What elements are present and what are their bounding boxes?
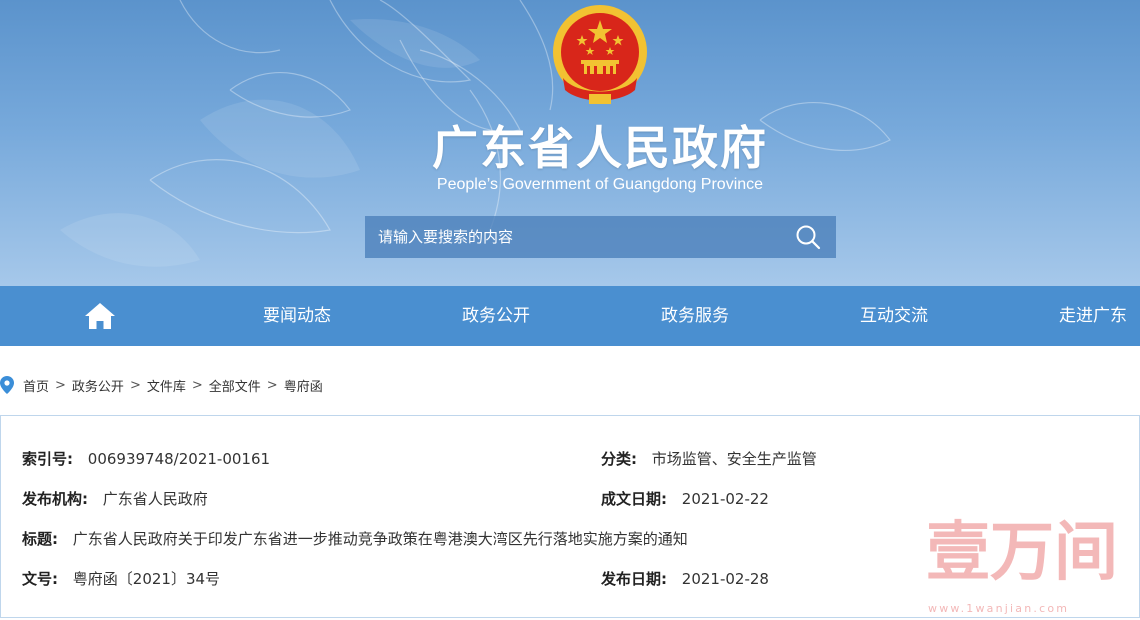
main-nav: 要闻动态 政务公开 政务服务 互动交流 走进广东 <box>0 286 1140 346</box>
publisher-value: 广东省人民政府 <box>102 490 208 508</box>
doc-number-value: 粤府函〔2021〕34号 <box>72 570 221 588</box>
index-number-value: 006939748/2021-00161 <box>87 450 271 468</box>
breadcrumb-home[interactable]: 首页 <box>23 376 49 395</box>
category-label: 分类: <box>601 450 637 468</box>
title-row: 标题: 广东省人民政府关于印发广东省进一步推动竞争政策在粤港澳大湾区先行落地实施… <box>22 528 688 549</box>
watermark-url: www.1wanjian.com <box>928 602 1069 615</box>
nav-item-gov-affairs[interactable]: 政务公开 <box>462 286 530 346</box>
site-title: 广东省人民政府 <box>432 121 768 175</box>
breadcrumb-gov-affairs[interactable]: 政务公开 <box>72 376 124 395</box>
doc-number-row: 文号: 粤府函〔2021〕34号 <box>22 568 220 589</box>
search-bar <box>365 216 836 258</box>
national-emblem-icon <box>553 5 647 104</box>
created-date-label: 成文日期: <box>601 490 667 508</box>
created-date-row: 成文日期: 2021-02-22 <box>601 488 769 509</box>
created-date-value: 2021-02-22 <box>681 490 769 508</box>
search-input[interactable] <box>365 216 780 258</box>
publisher-row: 发布机构: 广东省人民政府 <box>22 488 208 509</box>
nav-item-about-guangdong[interactable]: 走进广东 <box>1059 286 1127 346</box>
breadcrumb-separator: > <box>55 377 66 393</box>
site-subtitle: People’s Government of Guangdong Provinc… <box>436 176 764 193</box>
breadcrumb-current[interactable]: 粤府函 <box>284 376 323 395</box>
title-value: 广东省人民政府关于印发广东省进一步推动竞争政策在粤港澳大湾区先行落地实施方案的通… <box>72 530 688 548</box>
breadcrumb-all-files[interactable]: 全部文件 <box>209 376 261 395</box>
published-date-label: 发布日期: <box>601 570 667 588</box>
nav-item-gov-services[interactable]: 政务服务 <box>661 286 729 346</box>
category-row: 分类: 市场监管、安全生产监管 <box>601 448 817 469</box>
index-number-row: 索引号: 006939748/2021-00161 <box>22 448 270 469</box>
nav-item-news[interactable]: 要闻动态 <box>263 286 331 346</box>
watermark-text: 壹万间 <box>926 516 1118 590</box>
breadcrumb-file-library[interactable]: 文件库 <box>147 376 186 395</box>
location-pin-icon <box>0 376 14 394</box>
breadcrumb-separator: > <box>191 377 203 393</box>
published-date-value: 2021-02-28 <box>681 570 769 588</box>
title-label: 标题: <box>22 530 58 548</box>
index-number-label: 索引号: <box>22 450 73 468</box>
published-date-row: 发布日期: 2021-02-28 <box>601 568 769 589</box>
nav-item-interaction[interactable]: 互动交流 <box>860 286 928 346</box>
search-button[interactable] <box>780 216 836 258</box>
watermark-logo: 壹万间 www.1wanjian.com <box>926 516 1118 615</box>
category-value: 市场监管、安全生产监管 <box>651 450 817 468</box>
home-icon[interactable] <box>84 302 116 330</box>
breadcrumb-separator: > <box>129 377 141 393</box>
breadcrumb-separator: > <box>266 377 278 393</box>
search-icon <box>796 225 821 250</box>
doc-number-label: 文号: <box>22 570 58 588</box>
publisher-label: 发布机构: <box>22 490 88 508</box>
header-banner: 广东省人民政府 People’s Government of Guangdong… <box>0 0 1140 286</box>
breadcrumb: 首页 > 政务公开 > 文件库 > 全部文件 > 粤府函 <box>0 374 323 396</box>
